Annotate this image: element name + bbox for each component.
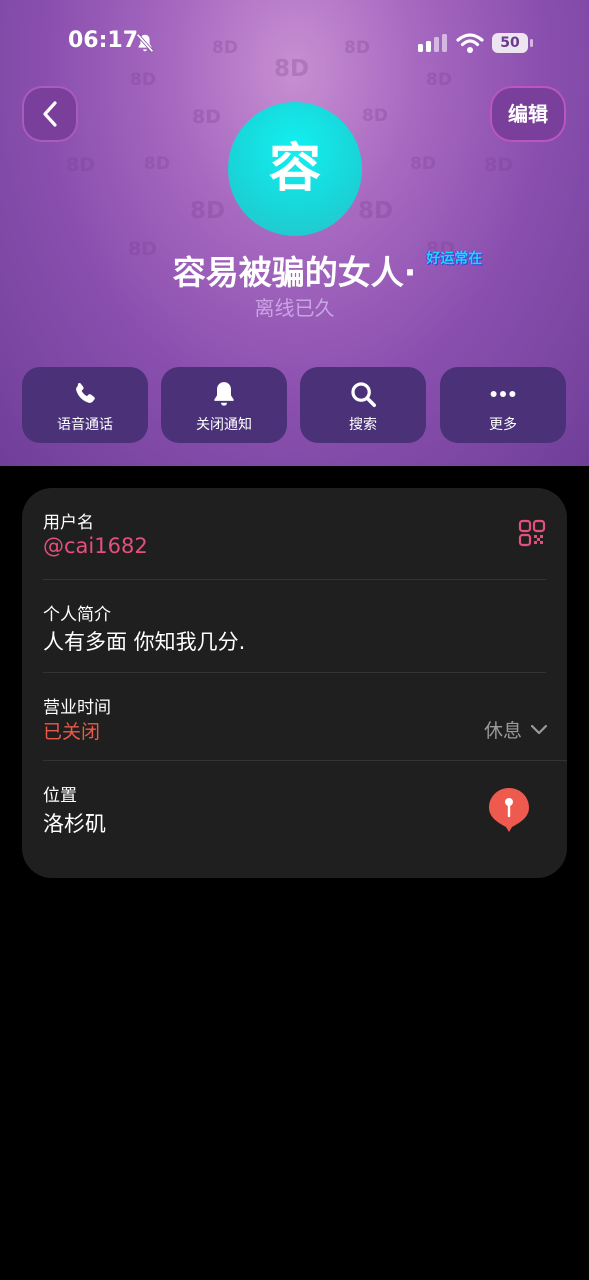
edit-button[interactable]: 编辑 (490, 86, 566, 142)
bell-muted-icon (136, 33, 154, 53)
voice-call-label: 语音通话 (57, 417, 113, 433)
pattern-text: 8D (130, 70, 156, 90)
more-label: 更多 (489, 417, 517, 433)
more-button[interactable]: 更多 (440, 367, 566, 443)
search-label: 搜索 (349, 417, 377, 433)
bio-value: 人有多面 你知我几分. (43, 630, 246, 654)
signal-icon (418, 34, 447, 52)
back-button[interactable] (22, 86, 78, 142)
divider (43, 672, 546, 673)
battery-icon: 50 (492, 33, 534, 53)
qr-code-icon[interactable] (518, 519, 546, 547)
profile-name-row: 容易被骗的女人· 好运常在 (0, 246, 589, 294)
more-icon (490, 391, 516, 397)
voice-call-button[interactable]: 语音通话 (22, 367, 148, 443)
divider (43, 579, 546, 580)
business-hours-label: 营业时间 (43, 698, 111, 718)
last-seen-status: 离线已久 (254, 296, 335, 320)
profile-info-card: 用户名 @cai1682 个人简介 人有多面 你知我几分. 营业时间 已关闭 休… (22, 488, 567, 878)
business-hours-rest: 休息 (484, 720, 523, 742)
profile-header: 8D 8D 8D 8D 8D 8D 8D 8D 8D 8D 8D 8D 8D 8… (0, 0, 589, 466)
battery-tip (530, 39, 533, 47)
pattern-text: 8D (190, 198, 226, 224)
chevron-left-icon (43, 101, 57, 127)
status-bar: 06:17 50 (0, 28, 589, 60)
status-time: 06:17 (68, 28, 139, 53)
pattern-text: 8D (192, 106, 221, 128)
profile-name: 容易被骗的女人· (172, 253, 417, 292)
username-value[interactable]: @cai1682 (43, 534, 148, 558)
location-pin-icon[interactable] (488, 787, 530, 833)
pattern-text: 8D (484, 154, 513, 176)
pattern-text: 8D (66, 154, 95, 176)
battery-level: 50 (492, 33, 528, 53)
location-value: 洛杉矶 (43, 812, 106, 836)
mute-notifications-label: 关闭通知 (196, 417, 252, 433)
pattern-text: 8D (410, 154, 436, 174)
location-label: 位置 (43, 786, 77, 806)
business-hours-status: 已关闭 (43, 721, 101, 743)
chevron-down-icon (530, 724, 548, 735)
pattern-text: 8D (358, 198, 394, 224)
wifi-icon (456, 33, 484, 53)
divider (43, 760, 567, 761)
username-label: 用户名 (43, 513, 94, 533)
bell-icon (214, 382, 234, 406)
bio-label: 个人简介 (43, 605, 111, 625)
mute-notifications-button[interactable]: 关闭通知 (161, 367, 287, 443)
phone-icon (76, 382, 95, 403)
search-button[interactable]: 搜索 (300, 367, 426, 443)
name-badge: 好运常在 (426, 251, 483, 267)
pattern-text: 8D (144, 154, 170, 174)
avatar[interactable]: 容 (228, 102, 362, 236)
pattern-text: 8D (362, 106, 388, 126)
search-icon (351, 382, 376, 407)
pattern-text: 8D (426, 70, 452, 90)
